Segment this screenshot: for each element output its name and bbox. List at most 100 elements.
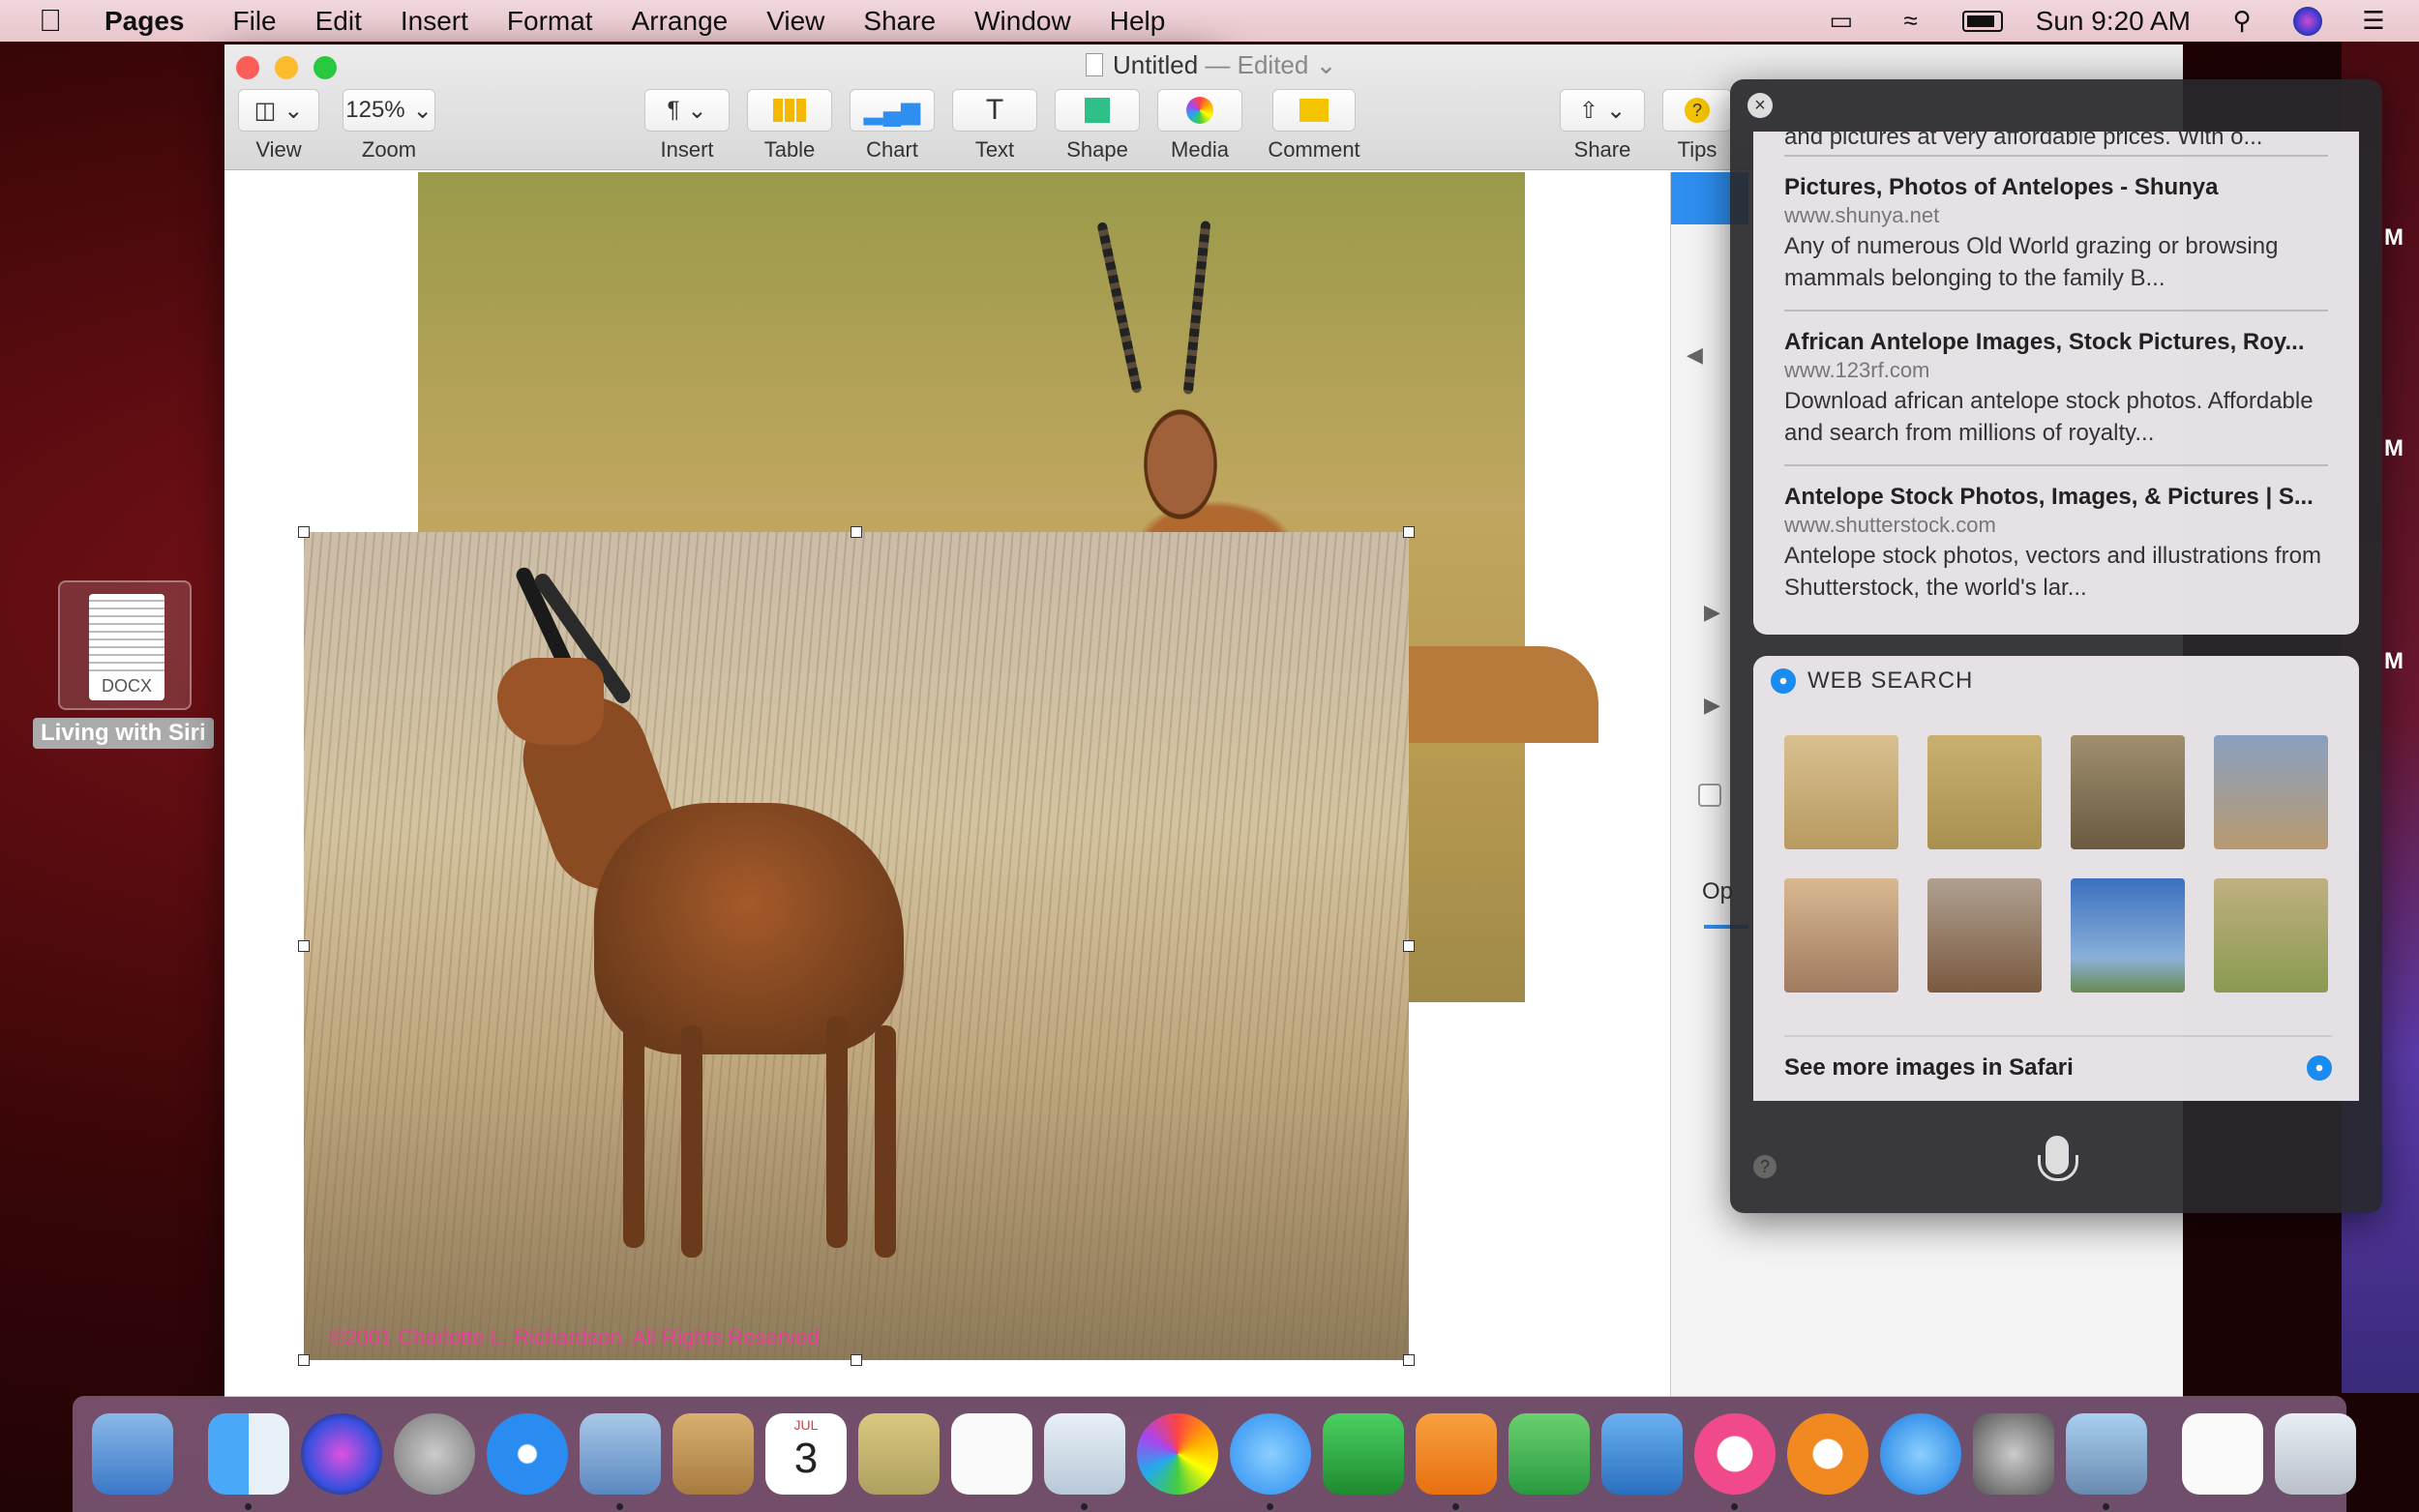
wifi-icon[interactable]: ≈	[1893, 6, 1929, 35]
microphone-icon[interactable]	[2038, 1136, 2078, 1181]
menu-insert[interactable]: Insert	[401, 6, 468, 37]
help-icon[interactable]: ?	[1753, 1155, 1777, 1178]
menu-format[interactable]: Format	[507, 6, 593, 37]
text-tool[interactable]: T Text	[952, 89, 1037, 163]
menu-app-name[interactable]: Pages	[105, 6, 185, 37]
result-title[interactable]: African Antelope Images, Stock Pictures,…	[1784, 329, 2328, 356]
see-more-images-link[interactable]: See more images in Safari	[1784, 1035, 2332, 1082]
zoom-tool[interactable]: 125% ⌄ Zoom	[343, 89, 435, 163]
image-thumbnail[interactable]	[2214, 878, 2328, 993]
resize-handle[interactable]	[298, 940, 310, 952]
photo-booth-icon[interactable]	[1044, 1413, 1125, 1510]
close-button[interactable]	[236, 56, 259, 79]
app-store-icon[interactable]	[1880, 1413, 1961, 1495]
finder-icon[interactable]	[208, 1413, 289, 1510]
resize-handle[interactable]	[1403, 526, 1415, 538]
desktop-file-label[interactable]: Living with Siri	[33, 718, 214, 749]
result-title[interactable]: Pictures, Photos of Antelopes - Shunya	[1784, 174, 2328, 201]
menu-clock[interactable]: Sun 9:20 AM	[2036, 6, 2191, 37]
desktop-file-icon[interactable]: DOCX	[58, 580, 192, 710]
trash-icon[interactable]	[2275, 1413, 2356, 1495]
chart-button[interactable]: ▂▄▆	[850, 89, 935, 132]
disclosure-triangle-icon[interactable]: ▶	[1704, 693, 1720, 718]
resize-handle[interactable]	[851, 1354, 862, 1366]
keynote-icon[interactable]	[1601, 1413, 1683, 1495]
image-thumbnail[interactable]	[2071, 735, 2185, 849]
resize-handle[interactable]	[1403, 1354, 1415, 1366]
chevron-left-icon[interactable]: ◀	[1687, 342, 1703, 368]
siri-app-icon[interactable]	[301, 1413, 382, 1495]
ibooks-icon[interactable]	[1787, 1413, 1868, 1495]
share-button[interactable]: ⇧ ⌄	[1560, 89, 1645, 132]
search-result[interactable]: African Antelope Images, Stock Pictures,…	[1784, 310, 2328, 464]
media-tool[interactable]: Media	[1157, 89, 1242, 163]
apple-menu-icon[interactable]: 	[39, 3, 77, 39]
menu-edit[interactable]: Edit	[315, 6, 362, 37]
insert-tool[interactable]: ¶ ⌄ Insert	[644, 89, 730, 163]
photos-app-icon[interactable]	[1137, 1413, 1218, 1495]
tips-tool[interactable]: ? Tips	[1662, 89, 1732, 163]
image-thumbnail[interactable]	[2071, 878, 2185, 993]
view-button[interactable]: ◫ ⌄	[238, 89, 319, 132]
calendar-icon[interactable]: JUL 3	[765, 1413, 847, 1495]
zoom-select[interactable]: 125% ⌄	[343, 89, 435, 132]
table-button[interactable]	[747, 89, 832, 132]
image-thumbnail[interactable]	[1784, 878, 1898, 993]
itunes-icon[interactable]	[1694, 1413, 1776, 1510]
shape-tool[interactable]: Shape	[1055, 89, 1140, 163]
facetime-icon[interactable]	[1323, 1413, 1404, 1495]
image-thumbnail[interactable]	[1927, 735, 2042, 849]
siri-icon[interactable]	[2293, 6, 2322, 36]
menu-window[interactable]: Window	[974, 6, 1071, 37]
text-button[interactable]: T	[952, 89, 1037, 132]
chart-tool[interactable]: ▂▄▆ Chart	[850, 89, 935, 163]
menu-file[interactable]: File	[233, 6, 277, 37]
result-title[interactable]: Antelope Stock Photos, Images, & Picture…	[1784, 484, 2328, 511]
resize-handle[interactable]	[298, 1354, 310, 1366]
minimize-button[interactable]	[275, 56, 298, 79]
table-tool[interactable]: Table	[747, 89, 832, 163]
menu-arrange[interactable]: Arrange	[632, 6, 729, 37]
docx-file-icon[interactable]	[2182, 1413, 2263, 1495]
tips-button[interactable]: ?	[1662, 89, 1732, 132]
menu-share[interactable]: Share	[863, 6, 936, 37]
insert-button[interactable]: ¶ ⌄	[644, 89, 730, 132]
menu-view[interactable]: View	[766, 6, 824, 37]
disclosure-triangle-icon[interactable]: ▶	[1704, 600, 1720, 625]
battery-icon[interactable]	[1961, 10, 2003, 32]
search-result[interactable]: Antelope Stock Photos, Images, & Picture…	[1784, 464, 2328, 619]
system-preferences-icon[interactable]	[1973, 1413, 2054, 1495]
notes-icon[interactable]	[858, 1413, 940, 1495]
comment-button[interactable]	[1272, 89, 1356, 132]
image-thumbnail[interactable]	[2214, 735, 2328, 849]
resize-handle[interactable]	[298, 526, 310, 538]
airplay-icon[interactable]: ▭	[1823, 6, 1860, 35]
image-thumbnail[interactable]	[1784, 735, 1898, 849]
numbers-icon[interactable]	[1508, 1413, 1590, 1495]
preview-app-icon[interactable]	[92, 1413, 173, 1495]
impala-photo-selected[interactable]: ©2001 Charlotte L. Richardson. All Right…	[304, 532, 1409, 1360]
resize-handle[interactable]	[1403, 940, 1415, 952]
launchpad-icon[interactable]	[394, 1413, 475, 1495]
menu-help[interactable]: Help	[1110, 6, 1166, 37]
maximize-button[interactable]	[314, 56, 337, 79]
contacts-icon[interactable]	[672, 1413, 754, 1495]
image-thumbnail[interactable]	[1927, 878, 2042, 993]
pages-app-icon[interactable]	[1416, 1413, 1497, 1510]
safari-app-icon[interactable]	[487, 1413, 568, 1495]
resize-handle[interactable]	[851, 526, 862, 538]
spotlight-search-icon[interactable]: ⚲	[2224, 6, 2260, 35]
media-button[interactable]	[1157, 89, 1242, 132]
comment-tool[interactable]: Comment	[1260, 89, 1368, 163]
notification-center-icon[interactable]: ☰	[2355, 6, 2392, 35]
close-icon[interactable]: ×	[1747, 93, 1773, 118]
share-tool[interactable]: ⇧ ⌄ Share	[1560, 89, 1645, 163]
search-result[interactable]: Pictures, Photos of Antelopes - Shunya w…	[1784, 155, 2328, 310]
reminders-icon[interactable]	[951, 1413, 1032, 1495]
image-capture-icon[interactable]	[2066, 1413, 2147, 1510]
shape-button[interactable]	[1055, 89, 1140, 132]
window-title[interactable]: Untitled — Edited ⌄	[1086, 50, 1336, 80]
inspector-checkbox[interactable]	[1698, 784, 1721, 807]
view-tool[interactable]: ◫ ⌄ View	[238, 89, 319, 163]
mail-preview-icon[interactable]	[580, 1413, 661, 1510]
